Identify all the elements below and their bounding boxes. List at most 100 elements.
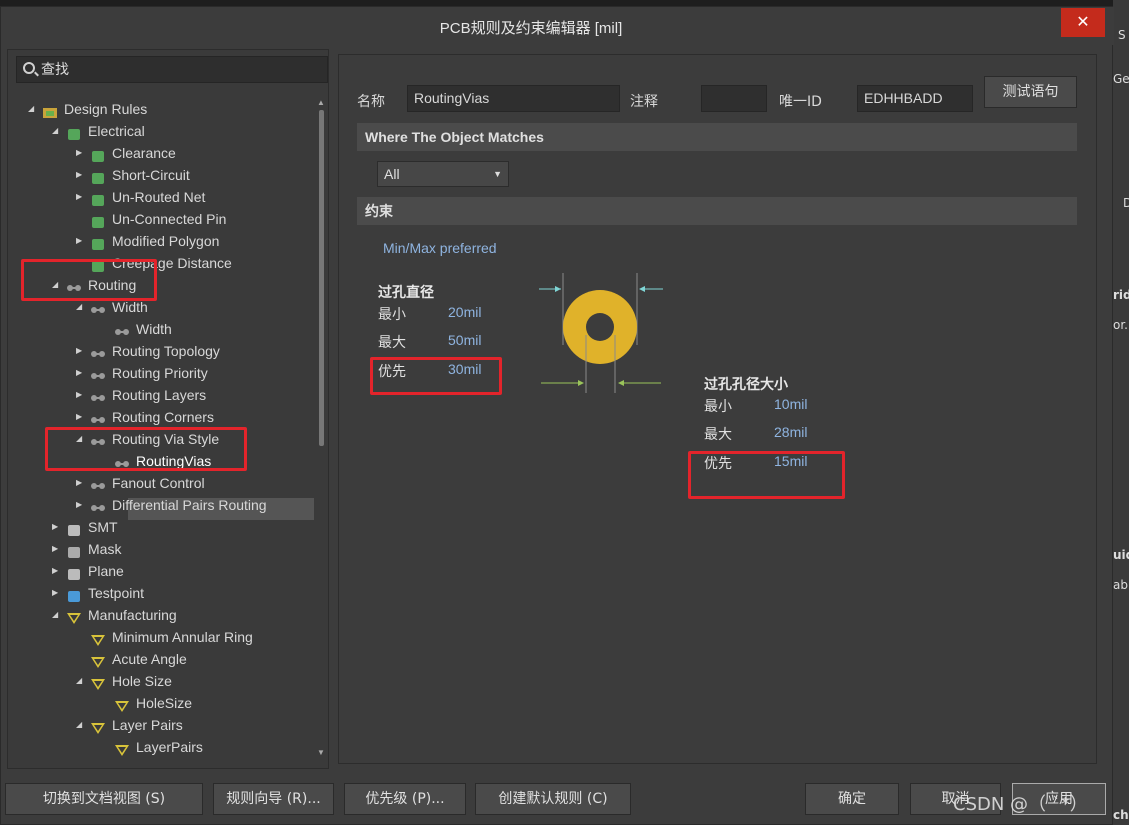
arrow-head [639,286,645,292]
bg-label: S [1118,28,1126,42]
tree-item-label: Minimum Annular Ring [112,629,253,645]
arrow-head [618,380,624,386]
tree-item-label: Hole Size [112,673,172,689]
title-bar: PCB规则及约束编辑器 [mil] ✕ [1,7,1114,45]
routing-icon [114,323,130,336]
search-box[interactable] [16,56,328,83]
document-view-button[interactable]: 切换到文档视图 (S) [5,783,203,815]
manufacturing-icon [114,741,130,756]
hole-size-max-value[interactable]: 28mil [774,424,807,440]
electrical-rule-icon [90,191,106,206]
background-window-edge: S Ger D rid or. uid abl che [1113,0,1129,825]
hole-size-max-label: 最大 [704,427,732,443]
bg-label: D [1123,196,1129,210]
comment-label: 注释 [630,94,658,110]
collapse-arrow-icon[interactable]: ◢ [76,670,86,692]
manufacturing-icon [90,675,106,690]
smt-icon [66,521,82,536]
routing-icon [90,345,106,358]
expand-arrow-icon[interactable]: ▶ [52,582,62,604]
via-diameter-min-label: 最小 [378,307,406,323]
where-matches-header: Where The Object Matches [357,123,1077,151]
unique-id-field[interactable]: EDHHBADD [857,85,973,112]
expand-arrow-icon[interactable]: ▶ [76,406,86,428]
scroll-up-icon[interactable]: ▲ [317,98,325,107]
routing-icon [90,301,106,314]
tree-item-label: Manufacturing [88,607,177,623]
select-value: All [384,166,400,182]
priority-button[interactable]: 优先级 (P)... [344,783,466,815]
expand-arrow-icon[interactable]: ▶ [76,494,86,516]
routing-icon [90,499,106,512]
tree-item-label: Electrical [88,123,145,139]
via-diameter-title: 过孔直径 [378,285,434,301]
annotation-highlight [45,427,247,471]
tree-item-label: Routing Layers [112,387,207,403]
mask-icon [66,543,82,558]
collapse-arrow-icon[interactable]: ◢ [52,604,62,626]
hole-size-min-label: 最小 [704,399,732,415]
scroll-down-icon[interactable]: ▼ [317,748,325,757]
expand-arrow-icon[interactable]: ▶ [76,142,86,164]
bg-label: Ger [1113,72,1129,86]
search-icon [23,62,35,74]
collapse-arrow-icon[interactable]: ◢ [76,714,86,736]
tree-item-label: Clearance [112,145,176,161]
via-diagram [539,273,663,393]
expand-arrow-icon[interactable]: ▶ [76,164,86,186]
tree-item-label: Un-Routed Net [112,189,206,205]
create-default-rules-button[interactable]: 创建默认规则 (C) [475,783,631,815]
ok-button[interactable]: 确定 [805,783,899,815]
min-max-hint: Min/Max preferred [383,240,497,256]
name-field[interactable]: RoutingVias [407,85,620,112]
bg-label: rid [1113,288,1129,302]
rule-wizard-button[interactable]: 规则向导 (R)... [213,783,334,815]
annotation-highlight [370,357,502,395]
rules-folder-icon [42,103,58,118]
arrow-head [555,286,561,292]
tree-item-label: Hole To Hole Cl... [112,758,221,763]
expand-arrow-icon[interactable]: ▶ [76,472,86,494]
bg-label: or. [1113,318,1128,332]
manufacturing-icon [90,653,106,668]
search-input[interactable] [41,60,321,80]
expand-arrow-icon[interactable]: ▶ [76,384,86,406]
via-diameter-max-value[interactable]: 50mil [448,332,481,348]
expand-arrow-icon[interactable]: ▶ [52,538,62,560]
expand-arrow-icon[interactable]: ▶ [76,186,86,208]
tree-item-label: Acute Angle [112,651,187,667]
expand-arrow-icon[interactable]: ▶ [76,340,86,362]
tree-item-label: HoleSize [136,695,193,711]
expand-arrow-icon[interactable]: ▶ [52,516,62,538]
comment-field[interactable] [701,85,767,112]
expand-arrow-icon[interactable]: ▶ [52,560,62,582]
electrical-rule-icon [90,235,106,250]
routing-icon [90,367,106,380]
close-button[interactable]: ✕ [1061,8,1105,37]
expand-arrow-icon[interactable]: ▶ [76,230,86,252]
scrollbar-thumb[interactable] [319,110,324,446]
hole-size-min-value[interactable]: 10mil [774,396,807,412]
collapse-arrow-icon[interactable]: ◢ [52,120,62,142]
tree-item-label: Differential Pairs Routing [112,497,267,513]
chevron-down-icon: ▼ [493,169,502,179]
tree-item-label: Routing Corners [112,409,214,425]
expand-arrow-icon[interactable]: ▶ [76,362,86,384]
electrical-rule-icon [90,213,106,228]
unique-id-label: 唯一ID [779,94,822,110]
annotation-highlight [688,451,845,499]
tree-item-label: LayerPairs [136,739,203,755]
via-diameter-max-label: 最大 [378,335,406,351]
tree-scrollbar[interactable]: ▲ ▼ [317,98,327,762]
tree-item-label: Fanout Control [112,475,205,491]
via-diameter-min-value[interactable]: 20mil [448,304,481,320]
tree-item-label: Layer Pairs [112,717,183,733]
test-query-button[interactable]: 测试语句 [984,76,1077,108]
routing-icon [90,477,106,490]
collapse-arrow-icon[interactable]: ◢ [28,98,38,120]
watermark: CSDN @（ `*） [953,794,1088,815]
tree-item-label: Mask [88,541,122,557]
name-label: 名称 [357,94,385,110]
manufacturing-icon [66,609,82,624]
where-matches-select[interactable]: All ▼ [377,161,509,187]
